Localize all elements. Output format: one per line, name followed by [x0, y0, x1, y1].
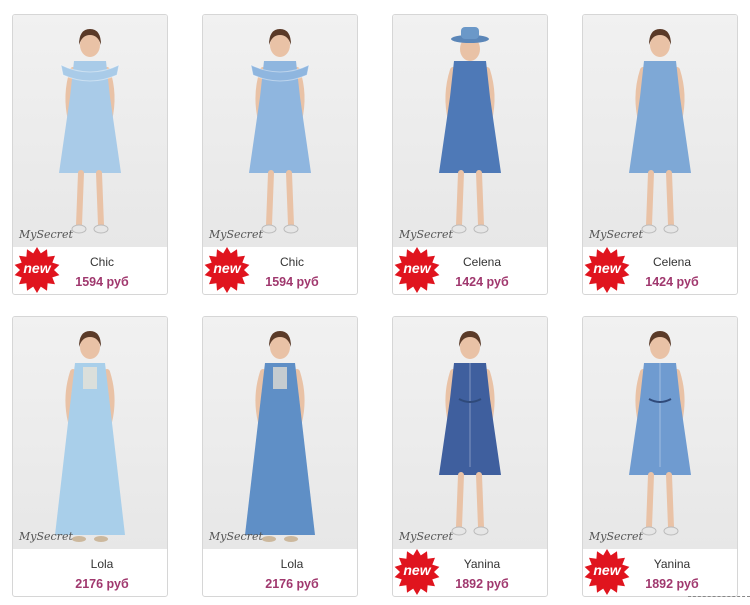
- new-badge: new: [14, 247, 60, 293]
- product-photo[interactable]: MySecret: [203, 317, 357, 549]
- product-price: 2176 руб: [75, 577, 129, 591]
- product-card[interactable]: MySecret Celena 1424 руб new: [392, 14, 548, 295]
- product-photo[interactable]: MySecret: [583, 15, 737, 247]
- product-photo[interactable]: MySecret: [583, 317, 737, 549]
- product-name[interactable]: Lola: [13, 557, 167, 571]
- new-badge-label: new: [593, 260, 621, 276]
- model-figure: [245, 331, 315, 542]
- model-figure: [629, 29, 691, 234]
- brand-watermark: MySecret: [589, 530, 643, 543]
- product-photo[interactable]: MySecret: [13, 15, 167, 247]
- model-figure: [55, 331, 125, 542]
- product-card[interactable]: MySecret Chic 1594 руб new: [202, 14, 358, 295]
- product-card[interactable]: MySecret Lola 2176 руб: [202, 316, 358, 597]
- new-badge-label: new: [403, 562, 431, 578]
- product-card[interactable]: MySecret Lola 2176 руб: [12, 316, 168, 597]
- new-badge: new: [584, 247, 630, 293]
- new-badge: new: [394, 247, 440, 293]
- product-card[interactable]: MySecret Chic 1594 руб new: [12, 14, 168, 295]
- product-photo[interactable]: MySecret: [393, 15, 547, 247]
- model-figure: [249, 29, 311, 234]
- new-badge: new: [584, 549, 630, 595]
- new-badge: new: [394, 549, 440, 595]
- product-card[interactable]: MySecret Yanina 1892 руб new: [582, 316, 738, 597]
- product-photo[interactable]: MySecret: [13, 317, 167, 549]
- model-figure: [59, 29, 121, 234]
- page-edge-divider: [688, 596, 750, 605]
- brand-watermark: MySecret: [209, 228, 263, 241]
- new-badge-label: new: [213, 260, 241, 276]
- product-name[interactable]: Lola: [203, 557, 357, 571]
- product-card[interactable]: MySecret Yanina 1892 руб new: [392, 316, 548, 597]
- brand-watermark: MySecret: [209, 530, 263, 543]
- new-badge-label: new: [23, 260, 51, 276]
- brand-watermark: MySecret: [399, 228, 453, 241]
- product-photo[interactable]: MySecret: [393, 317, 547, 549]
- product-grid: MySecret Chic 1594 руб new MySecret Chic 1594 …: [0, 0, 750, 605]
- product-card[interactable]: MySecret Celena 1424 руб new: [582, 14, 738, 295]
- brand-watermark: MySecret: [19, 530, 73, 543]
- brand-watermark: MySecret: [399, 530, 453, 543]
- product-price: 2176 руб: [265, 577, 319, 591]
- brand-watermark: MySecret: [19, 228, 73, 241]
- new-badge-label: new: [403, 260, 431, 276]
- model-figure: [439, 27, 501, 234]
- product-photo[interactable]: MySecret: [203, 15, 357, 247]
- model-figure: [629, 331, 691, 536]
- new-badge: new: [204, 247, 250, 293]
- brand-watermark: MySecret: [589, 228, 643, 241]
- new-badge-label: new: [593, 562, 621, 578]
- model-figure: [439, 331, 501, 536]
